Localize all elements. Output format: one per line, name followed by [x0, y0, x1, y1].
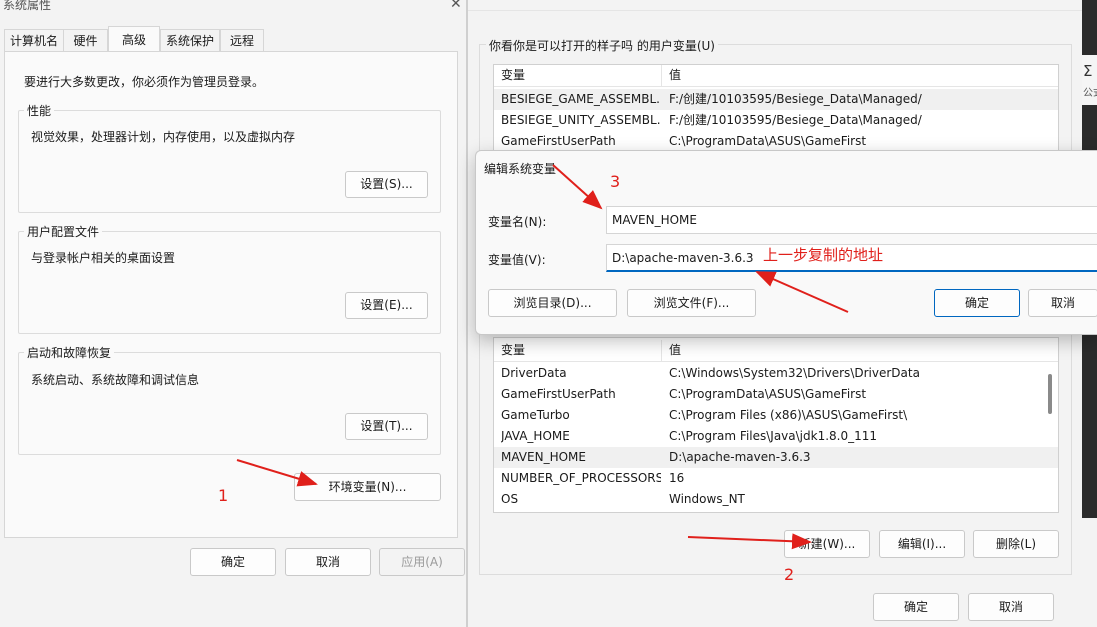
annotation-arrows	[236, 164, 849, 550]
annotation-step-3: 3	[610, 172, 621, 191]
annotation-arrow-note	[755, 271, 849, 313]
annotation-step-2: 2	[784, 565, 795, 584]
annotation-arrow-step2	[687, 533, 812, 550]
annotation-arrow-step3	[552, 164, 603, 210]
annotation-arrow-step1	[236, 459, 318, 487]
annotation-note: 上一步复制的地址	[763, 246, 884, 264]
annotation-step-1: 1	[218, 486, 229, 505]
